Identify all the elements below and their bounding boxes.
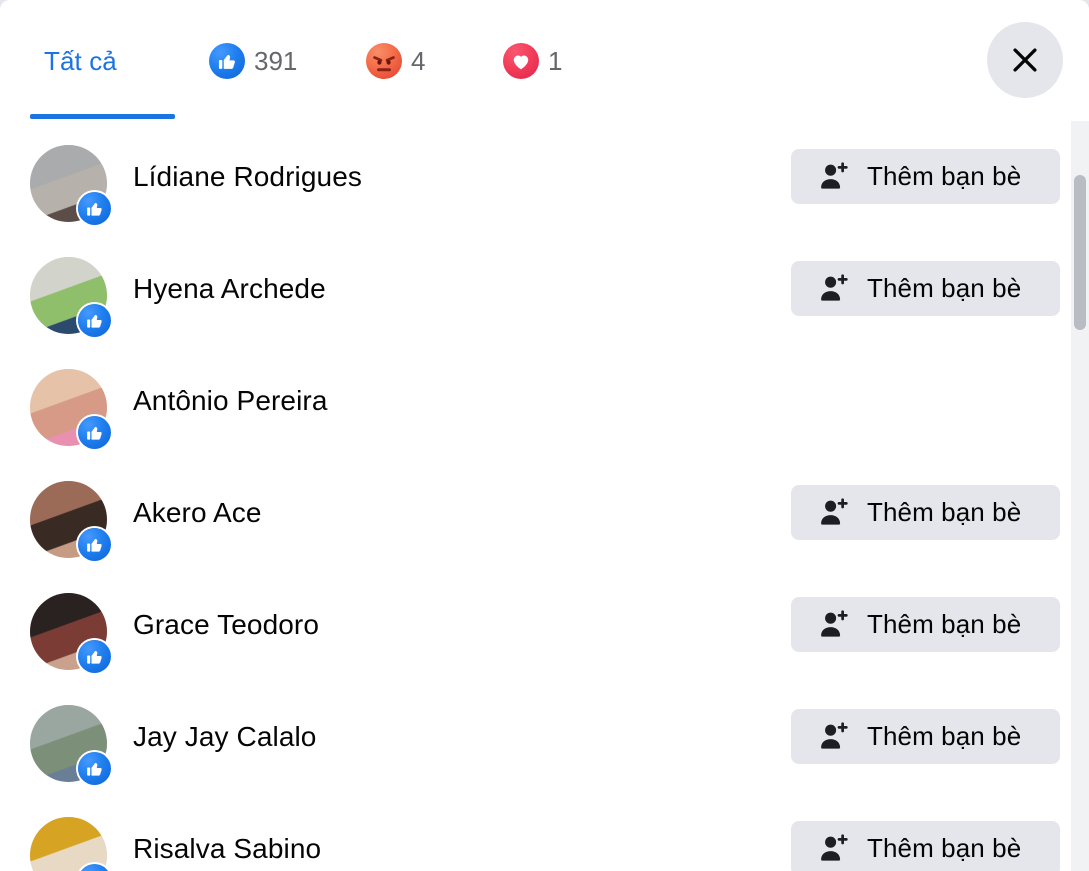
reactor-name[interactable]: Lídiane Rodrigues <box>133 121 362 233</box>
scrollbar-track[interactable] <box>1071 121 1089 871</box>
tab-count: 4 <box>411 45 426 76</box>
add-friend-label: Thêm bạn bè <box>867 161 1022 191</box>
avatar-wrap[interactable] <box>30 817 111 871</box>
like-icon <box>78 304 111 337</box>
tab-angry[interactable]: 4 <box>352 20 439 102</box>
close-icon <box>1008 43 1042 77</box>
reactor-name[interactable]: Akero Ace <box>133 457 262 569</box>
add-friend-label: Thêm bạn bè <box>867 273 1022 303</box>
close-button[interactable] <box>987 22 1063 98</box>
tab-count: 1 <box>548 45 563 76</box>
reactor-row[interactable]: Jay Jay Calalo Thêm bạn bè <box>0 681 1060 793</box>
reactor-row[interactable]: Risalva Sabino Thêm bạn bè <box>0 793 1060 871</box>
avatar-wrap[interactable] <box>30 481 111 561</box>
like-icon <box>78 192 111 225</box>
reactor-name[interactable]: Jay Jay Calalo <box>133 681 316 793</box>
person-plus-icon <box>817 608 851 642</box>
reactor-row[interactable]: Hyena Archede Thêm bạn bè <box>0 233 1060 345</box>
like-icon <box>78 752 111 785</box>
add-friend-label: Thêm bạn bè <box>867 833 1022 863</box>
avatar-wrap[interactable] <box>30 145 111 225</box>
add-friend-button[interactable]: Thêm bạn bè <box>791 485 1060 540</box>
avatar-wrap[interactable] <box>30 705 111 785</box>
reactor-name[interactable]: Hyena Archede <box>133 233 326 345</box>
person-plus-icon <box>817 832 851 866</box>
like-icon <box>78 640 111 673</box>
add-friend-label: Thêm bạn bè <box>867 609 1022 639</box>
reactor-row[interactable]: Akero Ace Thêm bạn bè <box>0 457 1060 569</box>
add-friend-label: Thêm bạn bè <box>867 497 1022 527</box>
like-icon <box>209 43 245 79</box>
avatar-wrap[interactable] <box>30 257 111 337</box>
tab-count: 391 <box>254 45 298 76</box>
tab-all[interactable]: Tất cả <box>30 20 131 102</box>
reactor-row[interactable]: Grace Teodoro Thêm bạn bè <box>0 569 1060 681</box>
love-icon <box>503 43 539 79</box>
add-friend-button[interactable]: Thêm bạn bè <box>791 597 1060 652</box>
reactions-tab-bar: Tất cả 391 4 1 <box>0 0 1089 121</box>
reactors-list: Lídiane Rodrigues Thêm bạn bè Hyena Arched… <box>0 121 1060 871</box>
avatar[interactable] <box>30 817 107 871</box>
person-plus-icon <box>817 160 851 194</box>
reactor-name[interactable]: Risalva Sabino <box>133 793 321 871</box>
like-icon <box>78 528 111 561</box>
add-friend-button[interactable]: Thêm bạn bè <box>791 709 1060 764</box>
angry-icon <box>366 43 402 79</box>
add-friend-button[interactable]: Thêm bạn bè <box>791 149 1060 204</box>
tab-label: Tất cả <box>44 45 117 76</box>
person-plus-icon <box>817 720 851 754</box>
tab-love[interactable]: 1 <box>489 20 576 102</box>
person-plus-icon <box>817 496 851 530</box>
reactor-row[interactable]: Lídiane Rodrigues Thêm bạn bè <box>0 121 1060 233</box>
active-tab-underline <box>30 114 175 119</box>
reactor-name[interactable]: Grace Teodoro <box>133 569 319 681</box>
reactor-name[interactable]: Antônio Pereira <box>133 345 328 457</box>
add-friend-button[interactable]: Thêm bạn bè <box>791 261 1060 316</box>
avatar-wrap[interactable] <box>30 369 111 449</box>
tab-like[interactable]: 391 <box>195 20 311 102</box>
scrollbar-thumb[interactable] <box>1074 175 1086 330</box>
add-friend-label: Thêm bạn bè <box>867 721 1022 751</box>
reactor-row[interactable]: Antônio Pereira <box>0 345 1060 457</box>
reactors-list-viewport[interactable]: Lídiane Rodrigues Thêm bạn bè Hyena Arched… <box>0 121 1089 871</box>
reactions-dialog: Tất cả 391 4 1 Lídiane Rodrigues Thêm bạn bè… <box>0 0 1089 871</box>
avatar-wrap[interactable] <box>30 593 111 673</box>
add-friend-button[interactable]: Thêm bạn bè <box>791 821 1060 871</box>
like-icon <box>78 416 111 449</box>
person-plus-icon <box>817 272 851 306</box>
